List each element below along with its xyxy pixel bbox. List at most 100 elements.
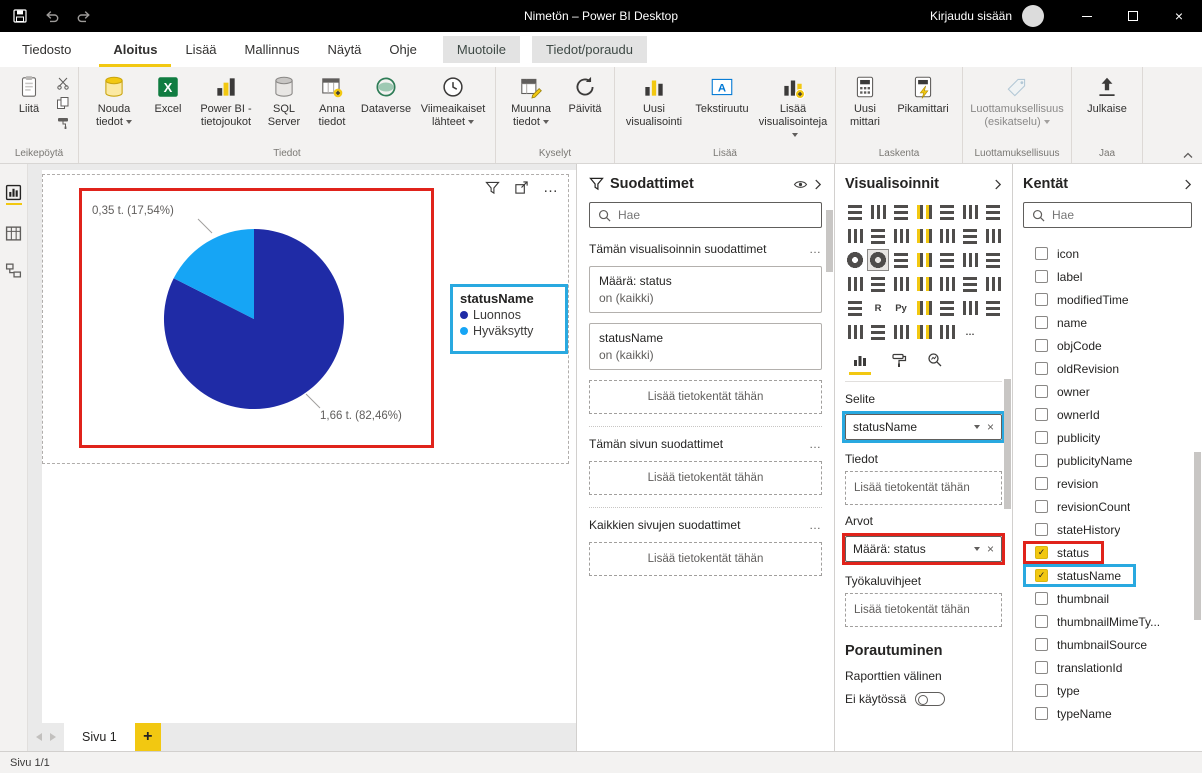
table-icon[interactable]: [983, 274, 1003, 294]
previous-page-icon[interactable]: [36, 733, 42, 741]
paginated-report-icon[interactable]: [845, 322, 865, 342]
field-row[interactable]: thumbnail: [1023, 587, 1109, 610]
field-row[interactable]: publicityName: [1023, 449, 1132, 472]
field-row[interactable]: publicity: [1023, 426, 1100, 449]
analytics-tab[interactable]: [927, 352, 943, 375]
chevron-down-icon[interactable]: [974, 425, 980, 429]
text-box-button[interactable]: A Tekstiruutu: [689, 72, 755, 118]
paste-button[interactable]: Liitä: [6, 72, 52, 118]
format-painter-button[interactable]: [56, 116, 70, 130]
legend-item[interactable]: Hyväksytty: [460, 324, 558, 338]
field-row[interactable]: thumbnailMimeTy...: [1023, 610, 1160, 633]
report-page[interactable]: … 0,35 t. (17,54%) 1,66 t. (82,46%) stat: [42, 170, 576, 723]
field-row[interactable]: modifiedTime: [1023, 288, 1129, 311]
cut-button[interactable]: [56, 76, 70, 90]
field-checkbox[interactable]: [1035, 408, 1048, 421]
ribbon-tab[interactable]: Mallinnus: [231, 32, 314, 67]
page-filters-drop-area[interactable]: Lisää tietokentät tähän: [589, 461, 822, 495]
model-view-button[interactable]: [5, 262, 22, 279]
redo-icon[interactable]: [76, 8, 92, 24]
waterfall-chart-icon[interactable]: [960, 226, 980, 246]
more-options-icon[interactable]: …: [809, 518, 822, 532]
collapse-ribbon-button[interactable]: [1182, 151, 1194, 159]
filter-card[interactable]: Määrä: status on (kaikki): [589, 266, 822, 313]
sensitivity-button[interactable]: Luottamuksellisuus (esikatselu): [969, 72, 1065, 131]
r-script-visual-icon[interactable]: R: [868, 298, 888, 318]
field-checkbox[interactable]: [1035, 707, 1048, 720]
line-chart-icon[interactable]: [983, 202, 1003, 222]
field-row[interactable]: statusName: [1023, 564, 1136, 587]
field-checkbox[interactable]: [1035, 592, 1048, 605]
field-row[interactable]: label: [1023, 265, 1082, 288]
field-checkbox[interactable]: [1035, 431, 1048, 444]
collapse-fields-icon[interactable]: [1184, 178, 1192, 191]
metrics-visual-icon[interactable]: [937, 322, 957, 342]
recent-sources-button[interactable]: Viimeaikaiset lähteet: [417, 72, 489, 131]
fields-search-box[interactable]: [1023, 202, 1192, 228]
shape-map-icon[interactable]: [983, 250, 1003, 270]
ribbon-tab[interactable]: Näytä: [313, 32, 375, 67]
eye-icon[interactable]: [793, 179, 808, 190]
selected-visual-frame[interactable]: … 0,35 t. (17,54%) 1,66 t. (82,46%) stat: [42, 174, 569, 464]
gauge-icon[interactable]: [868, 274, 888, 294]
drillthrough-toggle[interactable]: [915, 692, 945, 706]
field-row[interactable]: stateHistory: [1023, 518, 1120, 541]
page-tab-active[interactable]: Sivu 1: [64, 723, 135, 751]
visual-filters-drop-area[interactable]: Lisää tietokentät tähän: [589, 380, 822, 414]
more-visuals-icon[interactable]: …: [960, 322, 980, 342]
field-checkbox[interactable]: [1035, 270, 1048, 283]
refresh-button[interactable]: Päivitä: [562, 72, 608, 118]
fields-tab[interactable]: [849, 352, 871, 375]
contextual-tab[interactable]: Muotoile: [443, 36, 520, 63]
stacked-column-chart-icon[interactable]: [868, 202, 888, 222]
field-checkbox[interactable]: [1035, 316, 1048, 329]
fields-scrollbar[interactable]: [1194, 452, 1201, 620]
pie-chart-icon[interactable]: [868, 250, 888, 270]
field-row[interactable]: oldRevision: [1023, 357, 1119, 380]
smart-narrative-icon[interactable]: [983, 298, 1003, 318]
dataverse-button[interactable]: Dataverse: [357, 72, 415, 118]
values-well-chip[interactable]: Määrä: status ×: [845, 536, 1002, 562]
treemap-chart-icon[interactable]: [914, 250, 934, 270]
get-data-button[interactable]: Nouda tiedot: [85, 72, 143, 131]
minimize-button[interactable]: [1064, 0, 1110, 32]
field-row[interactable]: objCode: [1023, 334, 1102, 357]
field-row[interactable]: icon: [1023, 242, 1079, 265]
excel-button[interactable]: X Excel: [145, 72, 191, 118]
field-checkbox[interactable]: [1035, 385, 1048, 398]
more-options-icon[interactable]: …: [809, 437, 822, 451]
remove-field-icon[interactable]: ×: [987, 542, 994, 556]
more-options-icon[interactable]: …: [809, 242, 822, 256]
qa-visual-icon[interactable]: [960, 298, 980, 318]
contextual-tab[interactable]: Tiedot/poraudu: [532, 36, 647, 63]
map-icon[interactable]: [937, 250, 957, 270]
field-row[interactable]: typeName: [1023, 702, 1112, 725]
field-checkbox[interactable]: [1035, 638, 1048, 651]
focus-mode-icon[interactable]: [514, 180, 529, 195]
field-row[interactable]: status: [1023, 541, 1104, 564]
avatar[interactable]: [1022, 5, 1044, 27]
ribbon-tab[interactable]: Ohje: [375, 32, 430, 67]
matrix-icon[interactable]: [845, 298, 865, 318]
maximize-button[interactable]: [1110, 0, 1156, 32]
collapse-filters-icon[interactable]: [814, 178, 822, 191]
funnel-chart-icon[interactable]: [983, 226, 1003, 246]
save-icon[interactable]: [12, 8, 28, 24]
all-pages-filters-drop-area[interactable]: Lisää tietokentät tähän: [589, 542, 822, 576]
filters-scrollbar[interactable]: [826, 210, 833, 272]
field-checkbox[interactable]: [1035, 339, 1048, 352]
field-row[interactable]: revision: [1023, 472, 1098, 495]
field-checkbox[interactable]: [1035, 546, 1048, 559]
ribbon-tab[interactable]: Aloitus: [99, 32, 171, 67]
slicer-icon[interactable]: [960, 274, 980, 294]
field-row[interactable]: ownerId: [1023, 403, 1100, 426]
more-options-icon[interactable]: …: [543, 184, 558, 192]
donut-chart-icon[interactable]: [891, 250, 911, 270]
stacked-area-chart-icon[interactable]: [868, 226, 888, 246]
sql-server-button[interactable]: SQL Server: [261, 72, 307, 131]
fields-search-input[interactable]: [1052, 208, 1183, 222]
scatter-chart-icon[interactable]: [845, 250, 865, 270]
kpi-icon[interactable]: [937, 274, 957, 294]
field-checkbox[interactable]: [1035, 615, 1048, 628]
ribbon-tab[interactable]: Lisää: [171, 32, 230, 67]
